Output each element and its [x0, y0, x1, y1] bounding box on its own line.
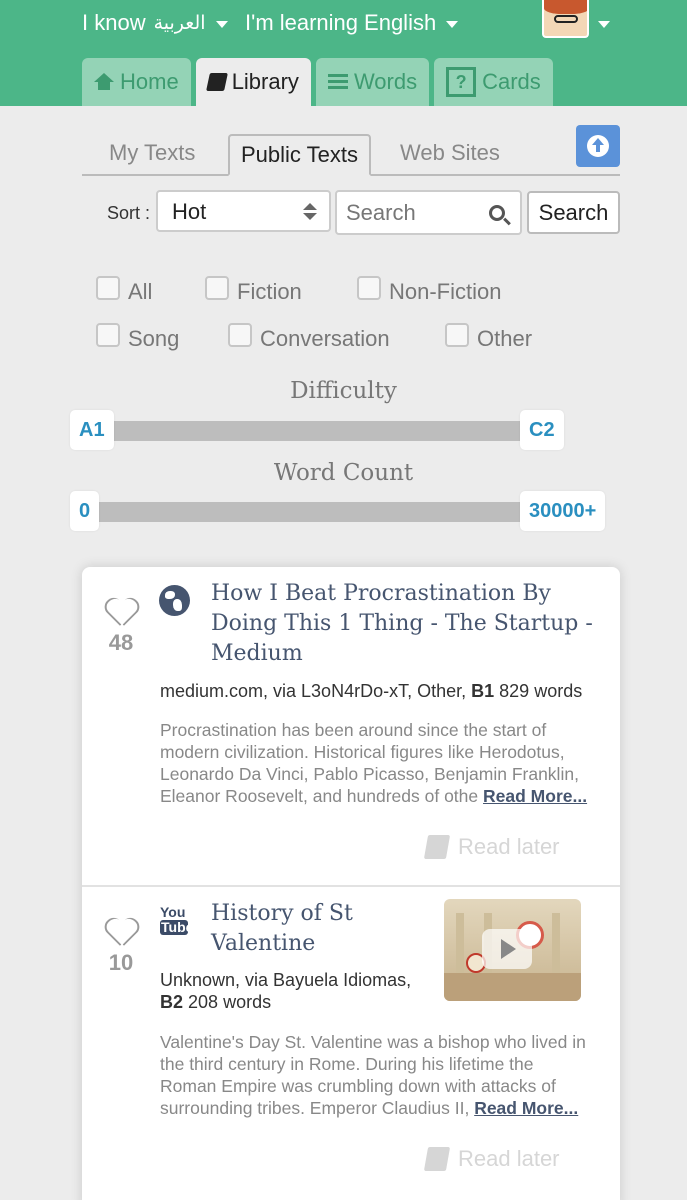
read-more-link[interactable]: Read More... — [483, 786, 587, 806]
word-count-slider-track[interactable] — [90, 502, 540, 522]
native-language-label: I know — [82, 10, 146, 35]
filter-song[interactable]: Song — [96, 323, 180, 352]
filter-label: Song — [128, 326, 180, 351]
native-language-value: العربية — [153, 12, 206, 34]
tab-words[interactable]: Words — [315, 58, 430, 106]
checkbox[interactable] — [96, 276, 120, 300]
top-bar: I know العربية I'm learning English Home… — [0, 0, 687, 106]
tab-cards-label: Cards — [482, 69, 541, 94]
native-language-dropdown[interactable]: I know العربية — [82, 10, 228, 36]
book-icon — [423, 835, 451, 859]
word-count-title: Word Count — [273, 460, 414, 486]
search-button[interactable]: Search — [527, 191, 620, 234]
select-arrows-icon — [303, 203, 317, 220]
card-title[interactable]: History of St Valentine — [211, 899, 353, 959]
filter-label: Non-Fiction — [389, 279, 502, 304]
difficulty-max-handle[interactable]: C2 — [520, 410, 564, 450]
card-meta: medium.com, via L3oN4rDo-xT, Other, B1 8… — [160, 681, 583, 701]
difficulty-min-handle[interactable]: A1 — [70, 410, 114, 450]
tab-library[interactable]: Library — [195, 58, 311, 106]
checkbox[interactable] — [205, 276, 229, 300]
tab-cards[interactable]: ? Cards — [434, 58, 553, 106]
tab-my-texts[interactable]: My Texts — [109, 140, 195, 166]
sort-select[interactable]: Hot — [156, 190, 331, 232]
list-item[interactable]: 10 You Tube History of St Valentine Unkn… — [82, 887, 620, 1200]
read-later-label: Read later — [458, 1146, 560, 1171]
filter-label: Conversation — [260, 326, 390, 351]
word-count-max-handle[interactable]: 30000+ — [520, 491, 606, 531]
filter-conversation[interactable]: Conversation — [228, 323, 390, 352]
sort-value: Hot — [172, 199, 207, 224]
filter-label: Fiction — [237, 279, 302, 304]
difficulty-title: Difficulty — [290, 378, 397, 404]
level-badge: B2 — [160, 992, 184, 1012]
card-description: Valentine's Day St. Valentine was a bish… — [160, 1032, 586, 1118]
tab-public-texts[interactable]: Public Texts — [228, 134, 371, 176]
play-icon — [482, 929, 532, 969]
video-thumbnail[interactable] — [444, 899, 581, 1001]
caret-down-icon — [215, 20, 228, 28]
read-later-button[interactable]: Read later — [423, 834, 560, 860]
heart-icon[interactable] — [106, 599, 138, 627]
filter-non-fiction[interactable]: Non-Fiction — [357, 276, 502, 305]
like-count: 48 — [108, 630, 134, 655]
caret-down-icon — [446, 20, 459, 28]
card-description: Procrastination has been around since th… — [160, 720, 588, 806]
checkbox[interactable] — [445, 323, 469, 347]
read-later-label: Read later — [458, 834, 560, 859]
tab-web-sites[interactable]: Web Sites — [400, 140, 500, 166]
checkbox[interactable] — [228, 323, 252, 347]
book-icon — [423, 1147, 451, 1171]
book-icon — [205, 73, 228, 91]
difficulty-slider-track[interactable] — [100, 421, 540, 441]
word-count-min-handle[interactable]: 0 — [70, 491, 100, 531]
learning-language-dropdown[interactable]: I'm learning English — [245, 10, 459, 36]
list-item[interactable]: 48 How I Beat Procrastination By Doing T… — [82, 567, 620, 887]
filter-all[interactable]: All — [96, 276, 153, 305]
upload-button[interactable] — [576, 125, 620, 167]
tab-home-label: Home — [120, 69, 179, 94]
card-title[interactable]: How I Beat Procrastination By Doing This… — [211, 579, 593, 669]
checkbox[interactable] — [96, 323, 120, 347]
tab-home[interactable]: Home — [82, 58, 191, 106]
level-badge: B1 — [471, 681, 495, 701]
filter-label: All — [128, 279, 153, 304]
avatar[interactable] — [542, 0, 589, 38]
youtube-icon: You Tube — [160, 904, 194, 935]
read-more-link[interactable]: Read More... — [474, 1098, 578, 1118]
tab-words-label: Words — [353, 69, 418, 94]
upload-arrow-icon — [587, 135, 609, 157]
avatar-caret-down-icon[interactable] — [598, 21, 610, 28]
library-sub-tabs: My Texts Public Texts Web Sites — [82, 134, 620, 176]
checkbox[interactable] — [357, 276, 381, 300]
learning-language-value: English — [364, 10, 437, 35]
home-icon — [94, 73, 114, 91]
card-meta: Unknown, via Bayuela Idiomas, B2 208 word… — [160, 970, 412, 1012]
globe-icon — [159, 585, 190, 616]
question-card-icon: ? — [446, 67, 477, 97]
heart-icon[interactable] — [106, 919, 138, 947]
learning-language-label: I'm learning — [245, 10, 359, 35]
search-icon — [489, 205, 505, 221]
filter-other[interactable]: Other — [445, 323, 533, 352]
text-list: 48 How I Beat Procrastination By Doing T… — [82, 567, 620, 1200]
sort-label: Sort : — [107, 203, 151, 223]
filter-label: Other — [477, 326, 533, 351]
main-nav-tabs: Home Library Words ? Cards — [82, 58, 553, 106]
like-count: 10 — [108, 950, 134, 975]
tab-library-label: Library — [231, 69, 299, 94]
read-later-button[interactable]: Read later — [423, 1146, 560, 1172]
list-icon — [327, 74, 348, 90]
filter-fiction[interactable]: Fiction — [205, 276, 302, 305]
